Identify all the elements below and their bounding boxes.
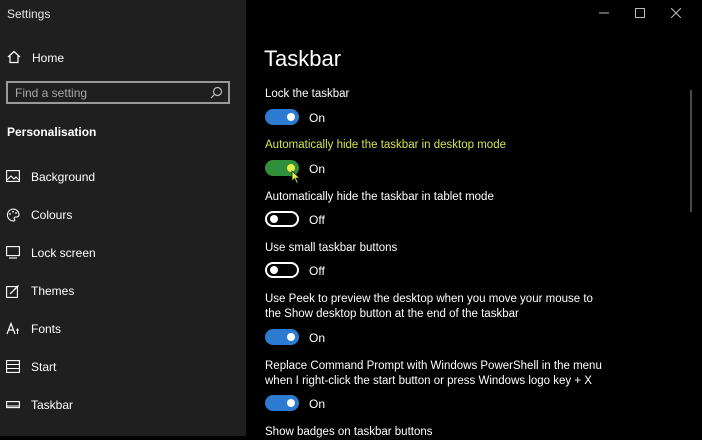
lock-screen-icon <box>6 246 20 259</box>
lock-taskbar-toggle[interactable] <box>265 109 299 125</box>
maximize-button[interactable] <box>624 0 656 26</box>
sidebar-item-taskbar[interactable]: Taskbar <box>0 390 246 420</box>
maximize-icon <box>635 8 645 18</box>
toggle-state: On <box>309 331 326 345</box>
sidebar-item-background[interactable]: Background <box>0 162 246 192</box>
setting-label-lock-taskbar: Lock the taskbar <box>265 88 350 100</box>
sidebar-item-label: Lock screen <box>31 246 96 260</box>
toggle-state: On <box>309 397 326 411</box>
main-content: Taskbar Lock the taskbar On Automaticall… <box>246 0 702 438</box>
minimize-icon <box>599 12 609 14</box>
sidebar-item-themes[interactable]: Themes <box>0 276 246 306</box>
auto-hide-tablet-toggle[interactable] <box>265 211 299 227</box>
setting-label-auto-hide-desktop: Automatically hide the taskbar in deskto… <box>265 139 506 151</box>
home-label: Home <box>32 51 65 65</box>
sidebar-item-start[interactable]: Start <box>0 352 246 382</box>
sidebar-item-label: Themes <box>31 284 75 298</box>
sidebar-item-colours[interactable]: Colours <box>0 200 246 230</box>
mouse-cursor-icon <box>291 170 301 184</box>
sidebar-item-lock-screen[interactable]: Lock screen <box>0 238 246 268</box>
setting-label-small-buttons: Use small taskbar buttons <box>265 242 398 254</box>
home-icon <box>7 50 21 64</box>
close-icon <box>671 8 681 18</box>
search-icon[interactable] <box>210 86 223 99</box>
palette-icon <box>6 208 20 222</box>
app-title: Settings <box>7 7 51 21</box>
taskbar-icon <box>6 401 20 409</box>
scrollbar[interactable] <box>690 90 692 212</box>
powershell-toggle[interactable] <box>265 395 299 411</box>
image-icon <box>6 170 20 182</box>
search-input[interactable] <box>15 83 205 102</box>
sidebar-item-label: Colours <box>31 208 73 222</box>
toggle-knob <box>287 113 295 121</box>
page-title: Taskbar <box>264 46 342 71</box>
sidebar-item-label: Start <box>31 360 57 374</box>
section-title: Personalisation <box>7 125 97 139</box>
setting-label-powershell: Replace Command Prompt with Windows Powe… <box>265 360 602 387</box>
sidebar-item-label: Taskbar <box>31 398 74 412</box>
minimize-button[interactable] <box>588 0 620 26</box>
toggle-knob <box>270 266 278 274</box>
toggle-state: On <box>309 162 326 176</box>
toggle-knob <box>287 333 295 341</box>
peek-toggle[interactable] <box>265 329 299 345</box>
setting-label-badges: Show badges on taskbar buttons <box>265 426 433 438</box>
sidebar-item-label: Background <box>31 170 96 184</box>
small-buttons-toggle[interactable] <box>265 262 299 278</box>
toggle-knob <box>270 215 278 223</box>
toggle-state: Off <box>309 213 325 227</box>
toggle-knob <box>287 399 295 407</box>
setting-label-peek: Use Peek to preview the desktop when you… <box>265 293 593 320</box>
themes-icon <box>6 285 19 298</box>
toggle-state: Off <box>309 264 325 278</box>
fonts-icon <box>6 322 19 335</box>
close-button[interactable] <box>660 0 692 26</box>
start-icon <box>6 360 20 373</box>
sidebar: Settings Home Personalisation Background… <box>0 0 246 436</box>
setting-label-auto-hide-tablet: Automatically hide the taskbar in tablet… <box>265 191 494 203</box>
search-box <box>6 81 230 104</box>
home-link[interactable]: Home <box>0 46 246 70</box>
toggle-state: On <box>309 111 326 125</box>
sidebar-item-fonts[interactable]: Fonts <box>0 314 246 344</box>
sidebar-item-label: Fonts <box>31 322 62 336</box>
